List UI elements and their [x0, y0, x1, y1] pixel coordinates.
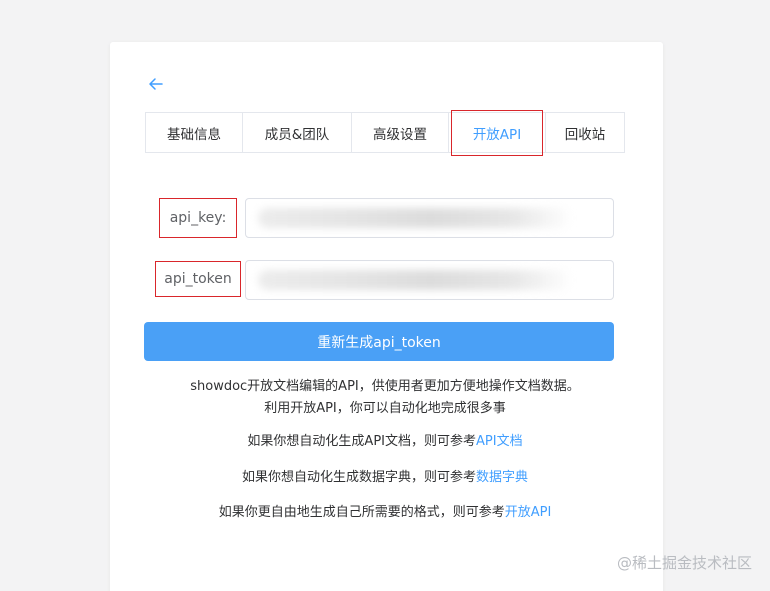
- api-description: showdoc开放文档编辑的API，供使用者更加方便地操作文档数据。 利用开放A…: [145, 376, 625, 420]
- api-doc-text: 如果你想自动化生成API文档，则可参考: [247, 434, 476, 449]
- tab-basic-info[interactable]: 基础信息: [145, 112, 242, 152]
- back-arrow-icon[interactable]: [146, 74, 166, 94]
- api-token-field[interactable]: [245, 260, 614, 300]
- settings-tabs: 基础信息 成员&团队 高级设置 开放API 回收站: [145, 112, 625, 153]
- api-doc-link[interactable]: API文档: [476, 434, 523, 449]
- tab-recycle-bin[interactable]: 回收站: [545, 112, 625, 152]
- open-api-link[interactable]: 开放API: [505, 505, 552, 520]
- api-doc-hint: 如果你想自动化生成API文档，则可参考API文档: [145, 431, 625, 453]
- data-dict-hint: 如果你想自动化生成数据字典，则可参考数据字典: [145, 467, 625, 489]
- description-line-2: 利用开放API，你可以自动化地完成很多事: [264, 401, 506, 416]
- watermark: @稀土掘金技术社区: [616, 554, 752, 572]
- tab-members-team[interactable]: 成员&团队: [242, 112, 351, 152]
- api-key-field[interactable]: [245, 198, 614, 238]
- api-token-label: api_token: [155, 261, 241, 297]
- description-line-1: showdoc开放文档编辑的API，供使用者更加方便地操作文档数据。: [190, 379, 580, 394]
- api-key-label: api_key:: [159, 198, 237, 238]
- regenerate-token-button[interactable]: 重新生成api_token: [144, 322, 614, 361]
- data-dict-link[interactable]: 数据字典: [476, 470, 528, 485]
- open-api-text: 如果你更自由地生成自己所需要的格式，则可参考: [218, 505, 505, 520]
- tab-open-api[interactable]: 开放API: [448, 112, 545, 152]
- redacted-value: [258, 270, 573, 290]
- open-api-hint: 如果你更自由地生成自己所需要的格式，则可参考开放API: [145, 502, 625, 524]
- redacted-value: [258, 208, 573, 228]
- tab-advanced-settings[interactable]: 高级设置: [351, 112, 448, 152]
- data-dict-text: 如果你想自动化生成数据字典，则可参考: [241, 470, 476, 485]
